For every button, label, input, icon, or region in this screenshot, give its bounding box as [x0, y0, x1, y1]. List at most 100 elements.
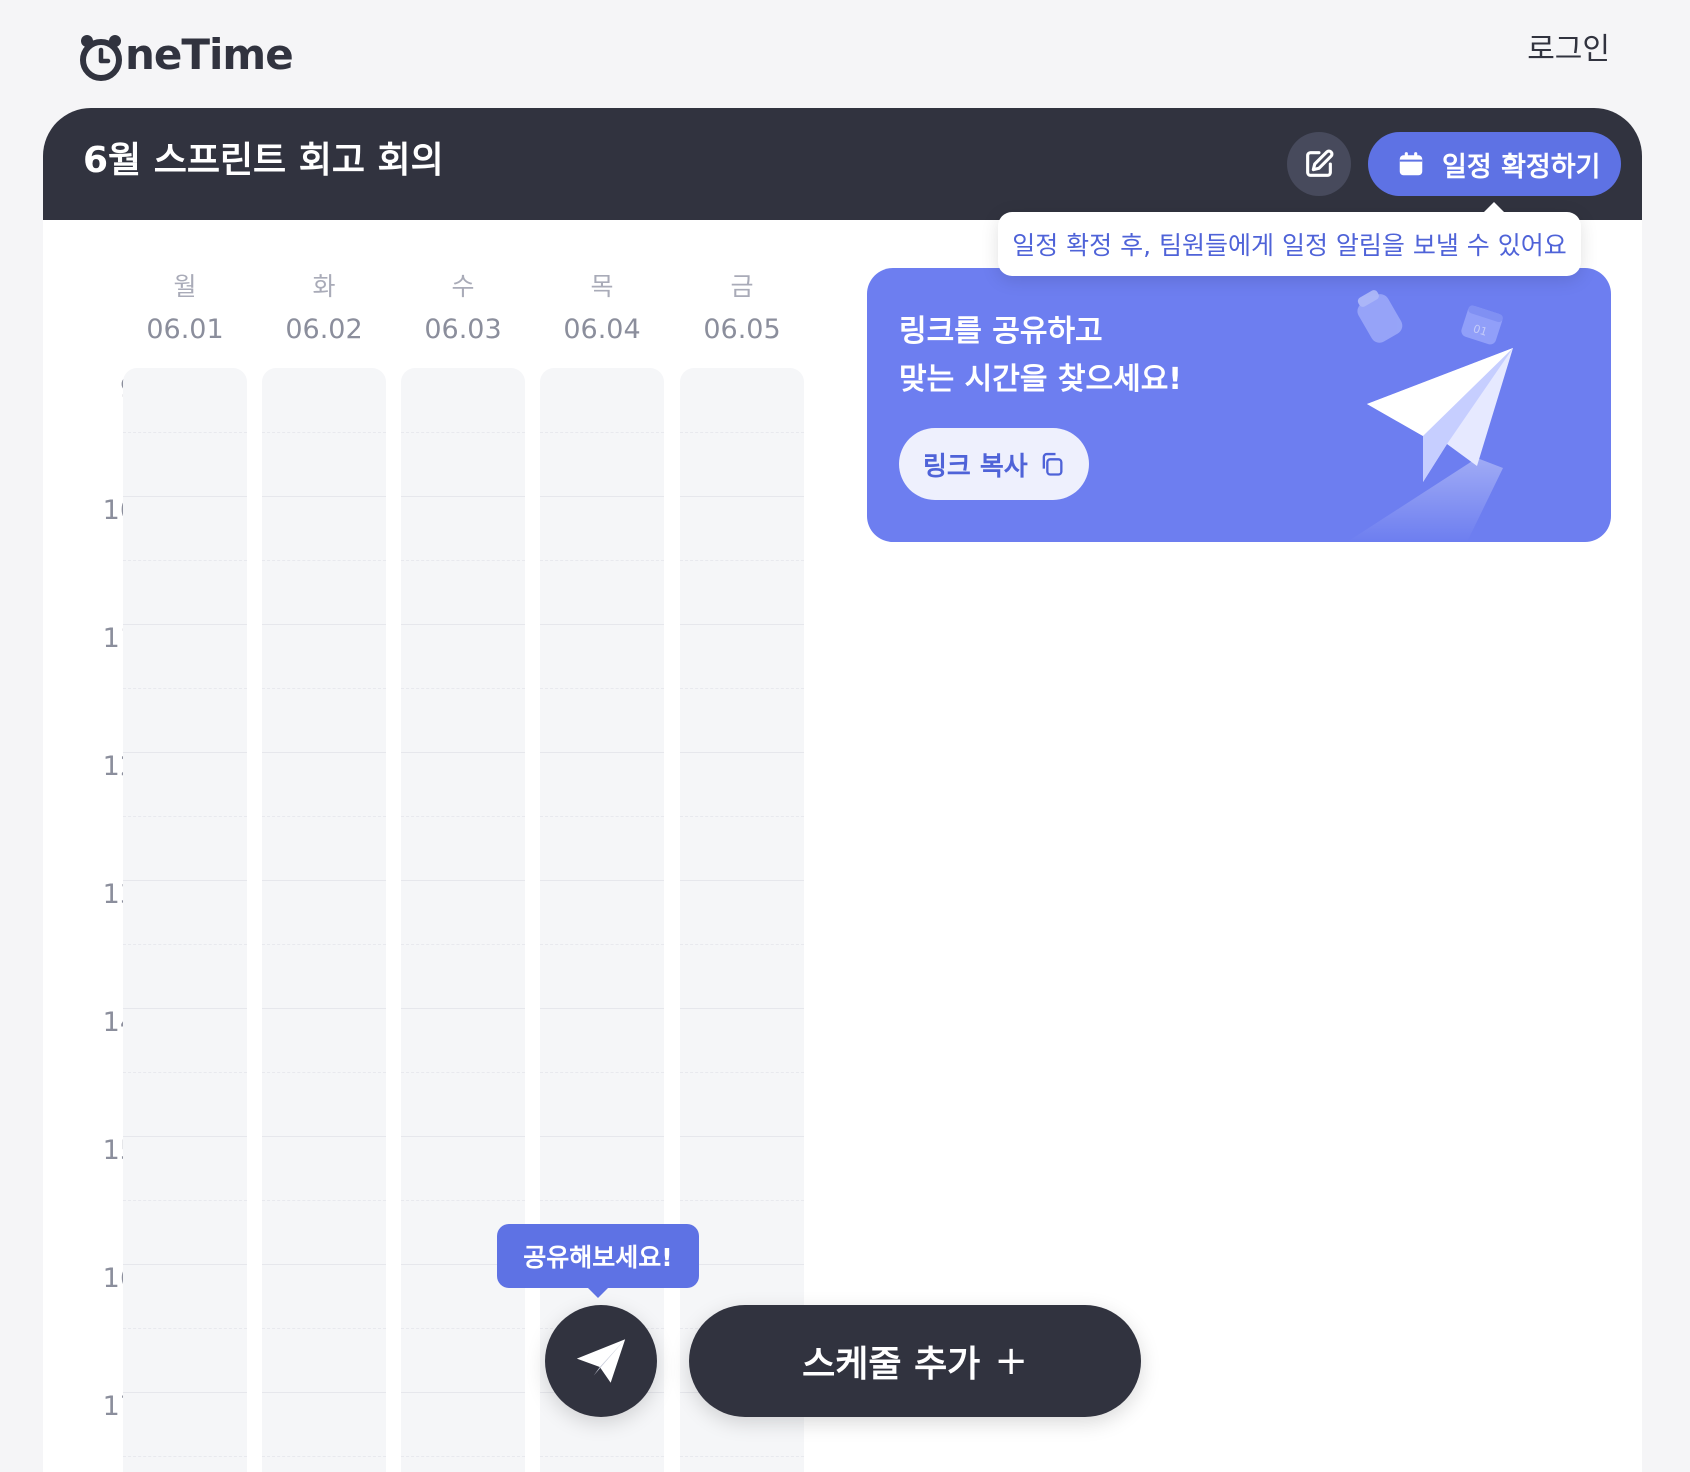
half-hour-gridline [680, 688, 804, 689]
half-hour-gridline [262, 1072, 386, 1073]
half-hour-gridline [540, 688, 664, 689]
half-hour-gridline [401, 816, 525, 817]
share-tooltip: 공유해보세요! [497, 1224, 699, 1298]
hour-gridline [262, 624, 386, 625]
half-hour-gridline [680, 560, 804, 561]
day-of-week: 월 [173, 272, 197, 301]
edit-icon [1302, 147, 1336, 181]
day-header: 화 06.02 [262, 270, 386, 350]
day-of-week: 목 [590, 272, 614, 301]
half-hour-gridline [540, 944, 664, 945]
half-hour-gridline [680, 1456, 804, 1457]
hour-gridline [540, 880, 664, 881]
half-hour-gridline [262, 1456, 386, 1457]
half-hour-gridline [123, 816, 247, 817]
share-button[interactable] [545, 1305, 657, 1417]
hour-gridline [401, 496, 525, 497]
half-hour-gridline [262, 1200, 386, 1201]
hour-gridline [401, 1136, 525, 1137]
logo-text: neTime [125, 30, 294, 79]
half-hour-gridline [123, 1456, 247, 1457]
edit-button[interactable] [1287, 132, 1351, 196]
copy-link-label: 링크 복사 [923, 451, 1028, 482]
half-hour-gridline [540, 432, 664, 433]
hour-gridline [123, 880, 247, 881]
hour-gridline [680, 752, 804, 753]
add-schedule-label: 스케줄 추가 [802, 1344, 981, 1385]
half-hour-gridline [123, 1328, 247, 1329]
hour-gridline [262, 1392, 386, 1393]
plus-icon: + [994, 1338, 1028, 1384]
half-hour-gridline [401, 1072, 525, 1073]
day-header: 월 06.01 [123, 270, 247, 350]
half-hour-gridline [401, 688, 525, 689]
half-hour-gridline [680, 1200, 804, 1201]
onetime-logo[interactable]: neTime [78, 30, 294, 81]
paper-plane-illustration: 01 [1287, 268, 1611, 542]
half-hour-gridline [540, 1200, 664, 1201]
hour-gridline [540, 624, 664, 625]
hour-gridline [680, 1136, 804, 1137]
day-of-week: 화 [312, 272, 336, 301]
half-hour-gridline [123, 432, 247, 433]
hour-gridline [123, 1264, 247, 1265]
hour-gridline [540, 496, 664, 497]
half-hour-gridline [401, 560, 525, 561]
half-hour-gridline [680, 1072, 804, 1073]
half-hour-gridline [262, 688, 386, 689]
event-header: 6월 스프린트 회고 회의 일정 확정하기 [43, 108, 1642, 220]
half-hour-gridline [401, 432, 525, 433]
hour-gridline [401, 1392, 525, 1393]
day-column-mon[interactable] [123, 368, 247, 1472]
share-card-line1: 링크를 공유하고 [899, 314, 1103, 349]
half-hour-gridline [262, 816, 386, 817]
day-header: 수 06.03 [401, 270, 525, 350]
day-column-tue[interactable] [262, 368, 386, 1472]
half-hour-gridline [401, 944, 525, 945]
half-hour-gridline [680, 432, 804, 433]
hour-gridline [262, 752, 386, 753]
event-title: 6월 스프린트 회고 회의 [83, 140, 444, 181]
day-column-wed[interactable] [401, 368, 525, 1472]
day-date: 06.05 [703, 314, 781, 345]
hour-gridline [680, 624, 804, 625]
paper-plane-icon [572, 1332, 630, 1390]
hour-gridline [123, 624, 247, 625]
hour-gridline [123, 752, 247, 753]
half-hour-gridline [123, 944, 247, 945]
hour-gridline [123, 496, 247, 497]
confirm-schedule-button[interactable]: 일정 확정하기 [1368, 132, 1621, 196]
login-link[interactable]: 로그인 [1527, 30, 1610, 70]
half-hour-gridline [680, 816, 804, 817]
share-card-line2: 맞는 시간을 찾으세요! [899, 362, 1182, 397]
share-card-text: 링크를 공유하고 맞는 시간을 찾으세요! [899, 308, 1182, 404]
add-schedule-button[interactable]: 스케줄 추가 + [689, 1305, 1141, 1417]
hour-gridline [262, 1136, 386, 1137]
half-hour-gridline [262, 560, 386, 561]
hour-gridline [540, 1136, 664, 1137]
day-of-week: 수 [451, 272, 475, 301]
confirm-tooltip: 일정 확정 후, 팀원들에게 일정 알림을 보낼 수 있어요 [998, 202, 1581, 276]
hour-gridline [262, 880, 386, 881]
hour-gridline [401, 624, 525, 625]
half-hour-gridline [540, 560, 664, 561]
half-hour-gridline [262, 944, 386, 945]
hour-gridline [540, 752, 664, 753]
half-hour-gridline [262, 432, 386, 433]
calendar-icon [1396, 149, 1426, 179]
copy-link-button[interactable]: 링크 복사 [899, 428, 1089, 500]
hour-gridline [680, 496, 804, 497]
share-link-card: 링크를 공유하고 맞는 시간을 찾으세요! 링크 복사 01 [867, 268, 1611, 542]
hour-gridline [262, 1008, 386, 1009]
half-hour-gridline [401, 1328, 525, 1329]
half-hour-gridline [123, 560, 247, 561]
half-hour-gridline [123, 1200, 247, 1201]
hour-gridline [680, 880, 804, 881]
day-header: 금 06.05 [680, 270, 804, 350]
half-hour-gridline [540, 816, 664, 817]
hour-gridline [540, 1008, 664, 1009]
copy-icon [1038, 450, 1066, 478]
hour-gridline [401, 1008, 525, 1009]
hour-gridline [123, 1392, 247, 1393]
half-hour-gridline [262, 1328, 386, 1329]
